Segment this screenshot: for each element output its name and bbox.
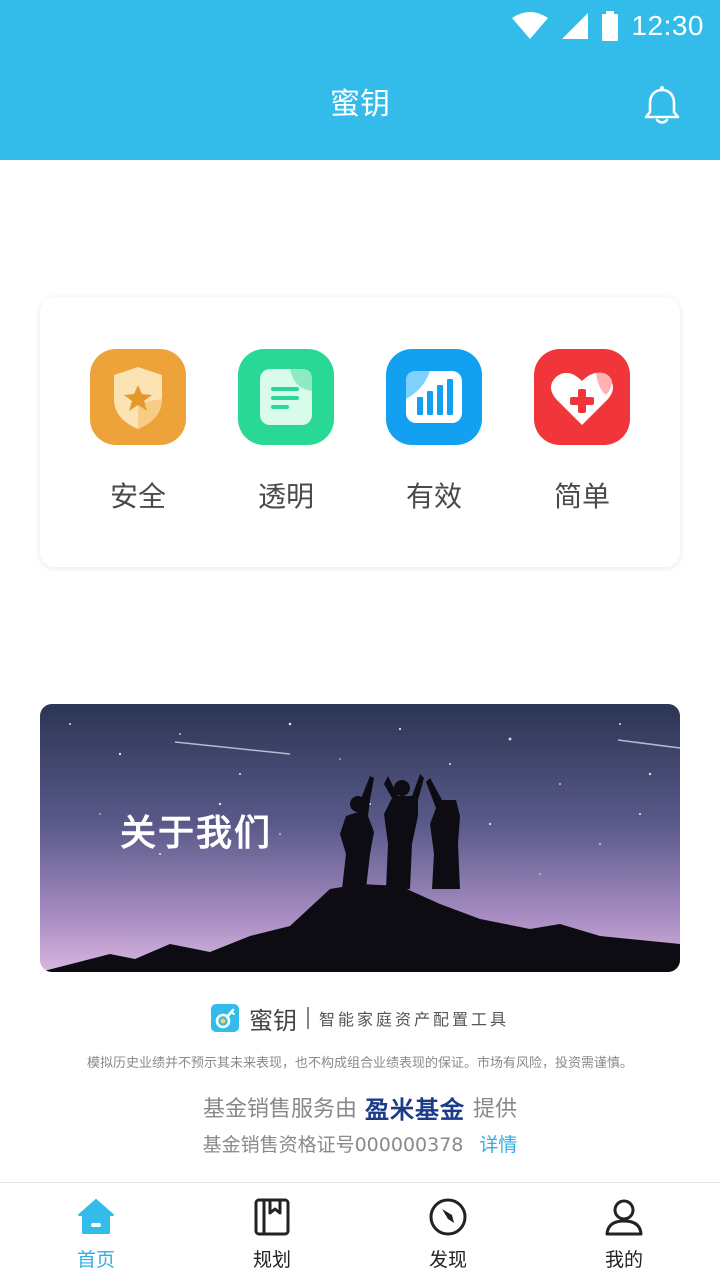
status-bar: 12:30 — [0, 0, 720, 52]
profile-icon — [605, 1199, 643, 1236]
nav-discover[interactable]: 发现 — [388, 1197, 508, 1277]
license-text: 基金销售资格证号000000378 — [202, 1133, 464, 1156]
home-icon — [78, 1199, 114, 1234]
sales-provider-row: 基金销售服务由 盈米基金 提供 — [0, 1090, 720, 1124]
license-row: 基金销售资格证号000000378 详情 — [0, 1128, 720, 1158]
nav-label: 发现 — [428, 1249, 467, 1271]
nav-home[interactable]: 首页 — [36, 1197, 156, 1277]
bell-icon[interactable] — [640, 84, 684, 128]
battery-icon — [602, 11, 619, 41]
shield-star-icon — [90, 349, 186, 445]
bar-chart-icon — [386, 349, 482, 445]
features-card: 安全 透明 有效 简单 — [40, 297, 680, 567]
feature-label: 有效 — [405, 480, 462, 513]
sales-suffix: 提供 — [473, 1097, 518, 1122]
status-time: 12:30 — [631, 10, 704, 41]
signal-icon — [562, 13, 589, 39]
page-title: 蜜钥 — [330, 87, 390, 122]
feature-security[interactable]: 安全 — [78, 349, 198, 519]
planner-book-icon — [254, 1198, 290, 1236]
wifi-icon — [512, 12, 549, 39]
key-logo-icon — [210, 1004, 239, 1032]
feature-transparency[interactable]: 透明 — [226, 349, 346, 519]
nav-label: 我的 — [604, 1249, 643, 1271]
app-screen: 12:30 蜜钥 安全 透明 有效 简单 关于我们 蜜钥 智能家庭资产配置工具 … — [0, 0, 720, 1280]
feature-simple[interactable]: 简单 — [522, 349, 642, 519]
nav-label: 首页 — [76, 1249, 115, 1271]
nav-profile[interactable]: 我的 — [564, 1197, 684, 1277]
status-icons: 12:30 — [511, 8, 704, 44]
risk-disclaimer: 模拟历史业绩并不预示其未来表现，也不构成组合业绩表现的保证。市场有风险，投资需谨… — [86, 1056, 633, 1071]
heart-plus-icon — [534, 349, 630, 445]
brand-slogan: 智能家庭资产配置工具 — [318, 1010, 509, 1029]
nav-label: 规划 — [252, 1249, 291, 1271]
brand-divider — [306, 1007, 309, 1029]
document-lines-icon — [238, 349, 334, 445]
brand-name: 蜜钥 — [248, 1006, 297, 1035]
sales-prefix: 基金销售服务由 — [202, 1097, 357, 1122]
nav-plan[interactable]: 规划 — [212, 1197, 332, 1277]
feature-label: 透明 — [257, 480, 314, 513]
bottom-nav: 首页 规划 发现 我的 — [0, 1182, 720, 1280]
compass-icon — [429, 1198, 467, 1236]
brand-row: 蜜钥 智能家庭资产配置工具 — [0, 1000, 720, 1036]
feature-label: 安全 — [109, 480, 166, 513]
feature-effective[interactable]: 有效 — [374, 349, 494, 519]
details-link[interactable]: 详情 — [479, 1130, 517, 1157]
feature-label: 简单 — [553, 480, 610, 513]
top-bar: 12:30 蜜钥 — [0, 0, 720, 160]
about-us-banner[interactable]: 关于我们 — [40, 704, 680, 972]
partner-logo: 盈米基金 — [365, 1095, 465, 1124]
banner-title: 关于我们 — [120, 813, 273, 854]
